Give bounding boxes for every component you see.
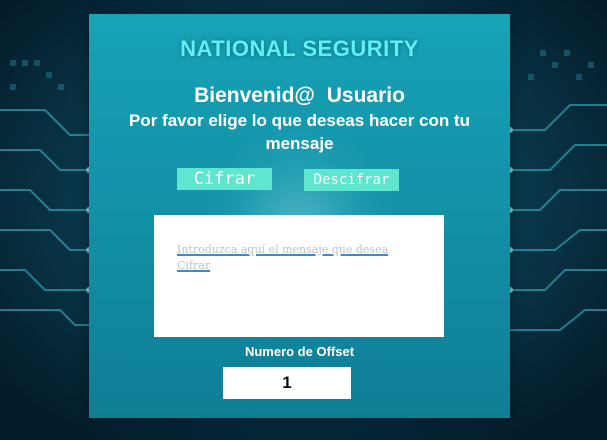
welcome-heading: Bienvenid@ Usuario [89, 84, 510, 108]
decrypt-button[interactable]: Descifrar [304, 169, 399, 191]
message-textarea[interactable]: Introduzca aquí el mensaje que desea Cif… [154, 215, 444, 337]
offset-input[interactable]: 1 [223, 367, 351, 399]
user-name: Usuario [326, 84, 405, 107]
message-placeholder: Introduzca aquí el mensaje que desea Cif… [177, 243, 389, 272]
main-panel: NATIONAL SEGURITY Bienvenid@ Usuario Por… [89, 14, 510, 418]
instruction-text: Por favor elige lo que deseas hacer con … [128, 111, 471, 153]
offset-label: Numero de Offset [244, 344, 355, 359]
app-title: NATIONAL SEGURITY [180, 36, 419, 61]
encrypt-button[interactable]: Cifrar [177, 168, 272, 190]
greeting-text: Bienvenid@ [194, 84, 315, 107]
